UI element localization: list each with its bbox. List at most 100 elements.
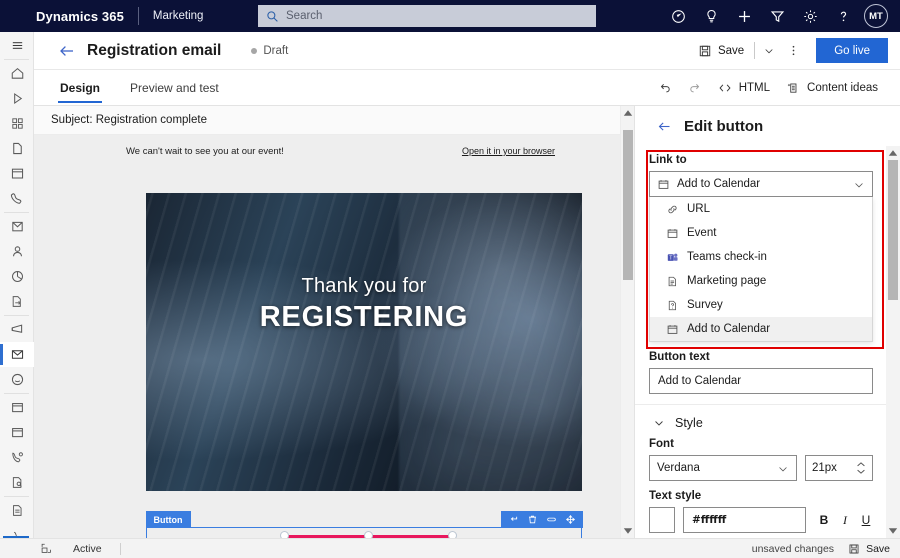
underline-button[interactable]: U	[861, 513, 871, 527]
command-divider	[754, 42, 756, 59]
app-root: Dynamics 365 Marketing Search MT Registr…	[0, 0, 900, 558]
editor-tab-bar: Design Preview and test HTML Content ide…	[34, 70, 900, 106]
panel-scrollbar[interactable]	[886, 146, 900, 538]
dropdown-option-teams-check-in[interactable]: T Teams check-in	[650, 245, 872, 269]
sidebar-item-journeys[interactable]	[0, 289, 34, 314]
rail-divider	[4, 393, 29, 394]
scroll-up-arrow-icon[interactable]	[621, 106, 635, 120]
chevron-down-icon	[857, 469, 865, 474]
save-icon	[699, 45, 711, 56]
text-format-buttons: B I U	[819, 513, 871, 528]
help-icon[interactable]	[827, 0, 860, 32]
email-design-canvas[interactable]: We can't wait to see you at our event! O…	[34, 135, 620, 538]
sidebar-item-pinned[interactable]	[0, 111, 34, 136]
html-button[interactable]: HTML	[710, 73, 778, 103]
tab-design[interactable]: Design	[58, 70, 103, 106]
sidebar-item-marketing-emails[interactable]	[0, 342, 34, 367]
gear-icon[interactable]	[794, 0, 827, 32]
canvas-scrollbar[interactable]	[620, 106, 634, 538]
save-button[interactable]: Save	[691, 37, 751, 65]
sidebar-item-accounts[interactable]	[0, 214, 34, 239]
sidebar-item-social-posts[interactable]	[0, 367, 34, 392]
italic-button[interactable]: I	[840, 513, 850, 528]
link-to-dropdown-list[interactable]: URL Event T Teams check-in Marketing pag…	[649, 197, 873, 342]
dropdown-option-marketing-page[interactable]: Marketing page	[650, 269, 872, 293]
sidebar-item-pages[interactable]	[0, 136, 34, 161]
app-name-label[interactable]: Marketing	[153, 10, 204, 22]
search-icon	[266, 10, 279, 23]
dropdown-option-label: URL	[687, 203, 711, 215]
move-icon[interactable]	[562, 512, 579, 527]
view-in-browser-link[interactable]: Open it in your browser	[462, 146, 555, 156]
hamburger-icon[interactable]	[0, 32, 34, 58]
user-avatar[interactable]: MT	[864, 4, 888, 28]
search-input[interactable]: Search	[258, 5, 596, 27]
panel-scrollbar-thumb[interactable]	[888, 160, 898, 300]
save-options-chevron-down-icon[interactable]	[758, 37, 780, 65]
panel-scroll-down-arrow-icon[interactable]	[886, 524, 900, 538]
font-size-value: 21px	[812, 462, 837, 474]
sidebar-item-webinars[interactable]	[0, 445, 34, 470]
status-bar-save-button[interactable]: Save	[848, 543, 890, 555]
back-arrow-icon[interactable]	[58, 42, 76, 60]
trash-icon[interactable]	[524, 512, 541, 527]
resize-handle-top-center[interactable]	[363, 530, 373, 538]
dropdown-option-url[interactable]: URL	[650, 197, 872, 221]
resize-handle-top-left[interactable]	[279, 530, 289, 538]
revert-icon[interactable]	[505, 512, 522, 527]
selected-button-block[interactable]: Button	[145, 511, 583, 538]
redo-icon[interactable]	[680, 73, 710, 103]
scroll-down-arrow-icon[interactable]	[621, 524, 635, 538]
link-to-combobox[interactable]: Add to Calendar	[649, 171, 873, 197]
sidebar-item-home[interactable]	[0, 61, 34, 86]
lightbulb-icon[interactable]	[695, 0, 728, 32]
more-commands-icon[interactable]	[780, 37, 806, 65]
content-ideas-button[interactable]: Content ideas	[778, 73, 886, 103]
canvas-scrollbar-thumb[interactable]	[623, 130, 633, 280]
duplicate-icon[interactable]	[543, 512, 560, 527]
undo-icon[interactable]	[650, 73, 680, 103]
sidebar-item-segments[interactable]	[0, 264, 34, 289]
style-section-header[interactable]: Style	[635, 405, 887, 432]
sidebar-item-sessions[interactable]	[0, 420, 34, 445]
dropdown-option-add-to-calendar[interactable]: Add to Calendar	[650, 317, 872, 341]
email-subject-bar[interactable]: Subject: Registration complete	[34, 106, 620, 135]
status-bar: Active unsaved changes Save	[0, 538, 900, 558]
unsaved-changes-label: unsaved changes	[751, 542, 835, 555]
text-color-swatch[interactable]	[649, 507, 675, 533]
assistant-icon[interactable]	[662, 0, 695, 32]
chevron-down-icon[interactable]	[777, 462, 789, 474]
resize-handle-top-right[interactable]	[447, 530, 457, 538]
tab-preview-and-test[interactable]: Preview and test	[128, 70, 221, 106]
text-color-hex-input[interactable]: #ffffff	[683, 507, 806, 533]
bold-button[interactable]: B	[819, 513, 829, 527]
brand-divider	[137, 7, 139, 25]
chevron-down-icon[interactable]	[853, 178, 865, 190]
sidebar-item-phone[interactable]	[0, 186, 34, 211]
dropdown-option-survey[interactable]: Survey	[650, 293, 872, 317]
top-nav-icon-group: MT	[662, 0, 892, 32]
hero-image-block[interactable]: Thank you for REGISTERING	[146, 193, 582, 491]
chevron-down-icon	[655, 421, 663, 426]
sidebar-item-events[interactable]	[0, 395, 34, 420]
dropdown-option-event[interactable]: Event	[650, 221, 872, 245]
dropdown-option-label: Event	[687, 227, 717, 239]
panel-scroll-up-arrow-icon[interactable]	[886, 146, 900, 160]
button-text-input[interactable]: Add to Calendar	[649, 368, 873, 394]
font-size-stepper[interactable]: 21px	[805, 455, 873, 481]
panel-back-arrow-icon[interactable]	[657, 119, 672, 134]
filter-icon[interactable]	[761, 0, 794, 32]
content-ideas-label: Content ideas	[807, 81, 878, 94]
sidebar-item-registrations[interactable]	[0, 470, 34, 495]
sidebar-item-contacts[interactable]	[0, 239, 34, 264]
go-live-button[interactable]: Go live	[816, 38, 888, 63]
font-family-select[interactable]: Verdana	[649, 455, 797, 481]
button-text-label: Button text	[649, 351, 710, 363]
button-text-section: Button text Add to Calendar	[635, 342, 887, 394]
sidebar-item-calendar[interactable]	[0, 161, 34, 186]
sidebar-item-forms[interactable]	[0, 498, 34, 523]
sidebar-item-recent[interactable]	[0, 86, 34, 111]
plus-icon[interactable]	[728, 0, 761, 32]
sidebar-item-marketing[interactable]	[0, 317, 34, 342]
stepper-arrows[interactable]	[856, 461, 866, 475]
